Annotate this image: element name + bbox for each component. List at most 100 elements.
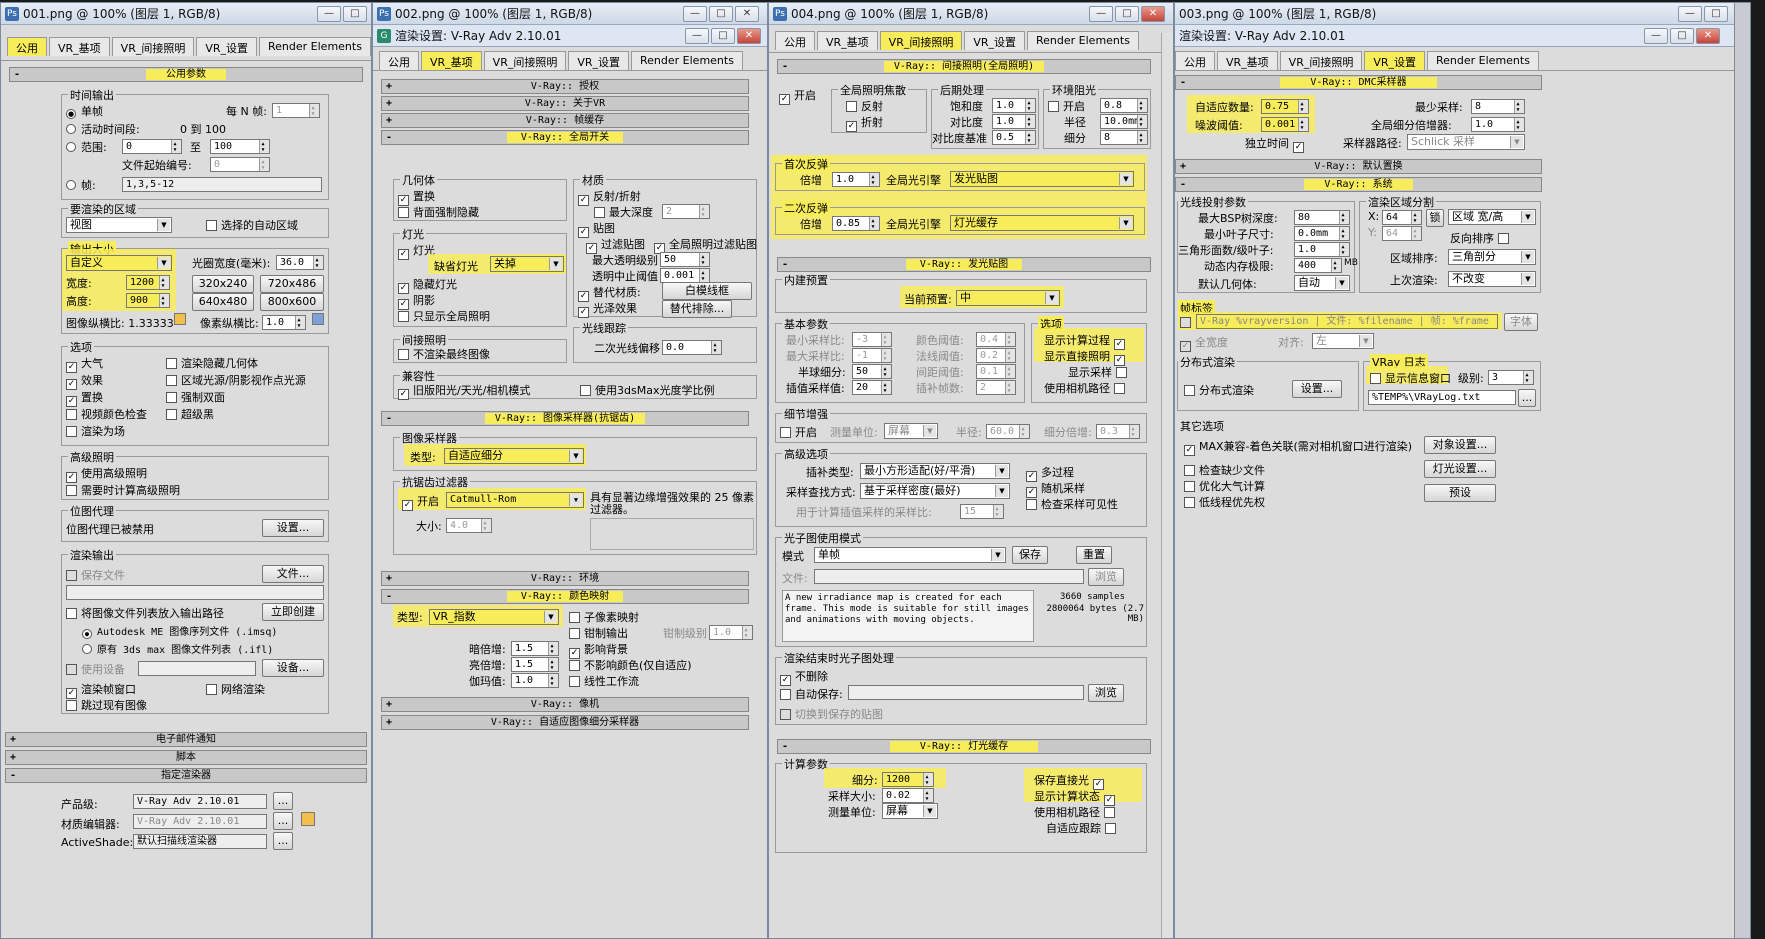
- region-x-spinner[interactable]: 64: [1382, 210, 1422, 225]
- devices-button[interactable]: 设备...: [262, 659, 324, 677]
- reset-map-button[interactable]: 重置: [1076, 546, 1112, 564]
- reverse-seq-check[interactable]: 反向排序: [1450, 230, 1513, 246]
- tab-render-elements[interactable]: Render Elements: [259, 37, 371, 56]
- tab-vr-base[interactable]: VR_基项: [421, 51, 482, 70]
- tab-vr-gi[interactable]: VR_间接照明: [1279, 51, 1363, 70]
- width-spinner[interactable]: 1200: [126, 275, 170, 290]
- region-seq-dropdown[interactable]: 三角剖分: [1448, 249, 1536, 265]
- preset-320x240[interactable]: 320x240: [192, 275, 254, 293]
- glossy-check[interactable]: ✓ 光泽效果: [578, 300, 637, 318]
- tab-vr-gi[interactable]: VR_间接照明: [111, 37, 195, 56]
- reflective-check[interactable]: 反射: [846, 98, 883, 114]
- pixel-aspect-spinner[interactable]: 1.0: [262, 315, 306, 330]
- radio-imsq[interactable]: ● Autodesk ME 图像序列文件 (.imsq): [82, 623, 277, 639]
- tab-vr-base[interactable]: VR_基项: [817, 31, 878, 50]
- override-mtl-button[interactable]: 白模线框: [662, 282, 752, 300]
- interp-frames-spinner[interactable]: 2: [976, 380, 1016, 395]
- log-level-spinner[interactable]: 3: [1488, 370, 1534, 385]
- rollout-image-sampler[interactable]: - V-Ray:: 图像采样器(抗锯齿): [381, 411, 749, 426]
- tab-vr-settings[interactable]: VR_设置: [1364, 51, 1426, 70]
- close-button[interactable]: ✕: [735, 6, 759, 22]
- gamma-spinner[interactable]: 1.0: [511, 673, 559, 688]
- radio-single[interactable]: ● 单帧: [66, 103, 103, 119]
- color-mapping-type[interactable]: VR_指数: [429, 609, 559, 625]
- saturation-spinner[interactable]: 1.0: [992, 98, 1036, 113]
- aperture-spinner[interactable]: 36.0: [276, 255, 324, 270]
- opt-displacement[interactable]: ✓ 置换: [66, 389, 103, 407]
- create-now-button[interactable]: 立即创建: [262, 603, 324, 621]
- max-compat-check[interactable]: ✓ MAX兼容-着色关联(需对相机窗口进行渲染): [1184, 438, 1412, 456]
- rollout-environment[interactable]: + V-Ray:: 环境: [381, 571, 749, 586]
- max-transp-spinner[interactable]: 50: [660, 252, 710, 267]
- secondary-engine-dropdown[interactable]: 灯光缓存: [950, 215, 1134, 231]
- check-visibility-check[interactable]: 检查采样可见性: [1026, 496, 1118, 512]
- output-size-dropdown[interactable]: 自定义: [66, 255, 172, 271]
- use-adv-lighting[interactable]: ✓ 使用高级照明: [66, 465, 147, 483]
- opt-force-2sided[interactable]: 强制双面: [166, 389, 225, 405]
- sampler-type-dropdown[interactable]: 自适应细分: [444, 448, 584, 464]
- minimize-button[interactable]: —: [1644, 28, 1668, 44]
- maximize-button[interactable]: □: [711, 28, 735, 44]
- contrast-base-spinner[interactable]: 0.5: [992, 130, 1036, 145]
- clamp-level-spinner[interactable]: 1.0: [709, 625, 753, 640]
- minimize-button[interactable]: —: [683, 6, 707, 22]
- tab-vr-gi[interactable]: VR_间接照明: [483, 51, 567, 70]
- sub-pixel-check[interactable]: 子像素映射: [569, 609, 639, 625]
- bsp-depth-spinner[interactable]: 80: [1294, 210, 1350, 225]
- tab-common[interactable]: 公用: [1175, 51, 1215, 70]
- tab-vr-settings[interactable]: VR_设置: [196, 37, 258, 56]
- tab-vr-gi[interactable]: VR_间接照明: [879, 31, 963, 50]
- font-button[interactable]: 字体: [1504, 313, 1538, 331]
- area-dropdown[interactable]: 视图: [66, 217, 172, 233]
- lc-sample-size-spinner[interactable]: 0.02: [882, 788, 934, 803]
- region-y-spinner[interactable]: 64: [1382, 226, 1422, 241]
- rollout-system[interactable]: - V-Ray:: 系统: [1175, 177, 1542, 192]
- radio-range[interactable]: 范围:: [66, 139, 107, 155]
- autosave-browse-button[interactable]: 浏览: [1088, 684, 1124, 702]
- tab-render-elements[interactable]: Render Elements: [631, 51, 743, 70]
- lock-region-button[interactable]: 锁: [1426, 209, 1444, 227]
- choose-mat-editor[interactable]: ...: [273, 812, 293, 830]
- scrollbar[interactable]: [1161, 33, 1173, 938]
- switch-saved-check[interactable]: 切换到保存的贴图: [780, 706, 883, 722]
- bitmap-proxy-setup[interactable]: 设置...: [262, 519, 324, 537]
- title-bar[interactable]: Ps 001.png @ 100% (图层 1, RGB/8) — □: [1, 3, 371, 25]
- legacy-sun-check[interactable]: ✓ 旧版阳光/天光/相机模式: [398, 382, 530, 400]
- radio-frames[interactable]: 帧:: [66, 177, 96, 193]
- primary-mult-spinner[interactable]: 1.0: [832, 172, 880, 187]
- use-cam-path-check[interactable]: 使用相机路径: [1044, 380, 1129, 396]
- mode-dropdown[interactable]: 单帧: [814, 547, 1006, 563]
- low-thread-check[interactable]: 低线程优先权: [1184, 494, 1265, 510]
- adaptive-tracing-check[interactable]: 自适应跟踪: [1046, 820, 1120, 836]
- dont-delete-check[interactable]: ✓ 不删除: [780, 668, 828, 686]
- preset-640x480[interactable]: 640x480: [192, 293, 254, 311]
- minimize-button[interactable]: —: [1678, 6, 1702, 22]
- title-bar[interactable]: 003.png @ 100% (图层 1, RGB/8) — □: [1175, 3, 1750, 25]
- preset-720x486[interactable]: 720x486: [260, 275, 324, 293]
- ao-amount-spinner[interactable]: 0.8: [1100, 98, 1148, 113]
- stamp-align-dropdown[interactable]: 左: [1312, 333, 1374, 349]
- previous-render-dropdown[interactable]: 不改变: [1448, 271, 1536, 287]
- rollout-about[interactable]: + V-Ray:: 关于VR: [381, 96, 749, 111]
- rollout-global-switches[interactable]: - V-Ray:: 全局开关: [381, 130, 749, 145]
- rollout-camera[interactable]: + V-Ray:: 像机: [381, 697, 749, 712]
- log-file-field[interactable]: %TEMP%\VRayLog.txt: [1368, 390, 1516, 405]
- leaf-size-spinner[interactable]: 0.0mm: [1294, 226, 1350, 241]
- distributed-check[interactable]: 分布式渲染: [1184, 382, 1254, 398]
- opt-render-fields[interactable]: 渲染为场: [66, 423, 125, 439]
- tab-common[interactable]: 公用: [7, 37, 47, 56]
- range-to[interactable]: 100: [210, 139, 270, 154]
- preset-800x600[interactable]: 800x600: [260, 293, 324, 311]
- auto-region-check[interactable]: 选择的自动区域: [206, 217, 298, 233]
- tab-render-elements[interactable]: Render Elements: [1027, 31, 1139, 50]
- autosave-check[interactable]: 自动保存:: [780, 686, 843, 702]
- dialog-title-bar[interactable]: 渲染设置: V-Ray Adv 2.10.01 — □ ✕: [1175, 25, 1750, 47]
- lock-icon[interactable]: [312, 313, 324, 325]
- transp-cutoff-spinner[interactable]: 0.001: [660, 268, 710, 283]
- rollout-irradiance-map[interactable]: - V-Ray:: 发光贴图: [777, 257, 1151, 272]
- default-geom-dropdown[interactable]: 自动: [1294, 275, 1350, 291]
- refractive-check[interactable]: ✓ 折射: [846, 114, 883, 132]
- autosave-field[interactable]: [848, 685, 1084, 700]
- file-start-spinner[interactable]: 0: [210, 157, 270, 172]
- optimize-atm-check[interactable]: 优化大气计算: [1184, 478, 1265, 494]
